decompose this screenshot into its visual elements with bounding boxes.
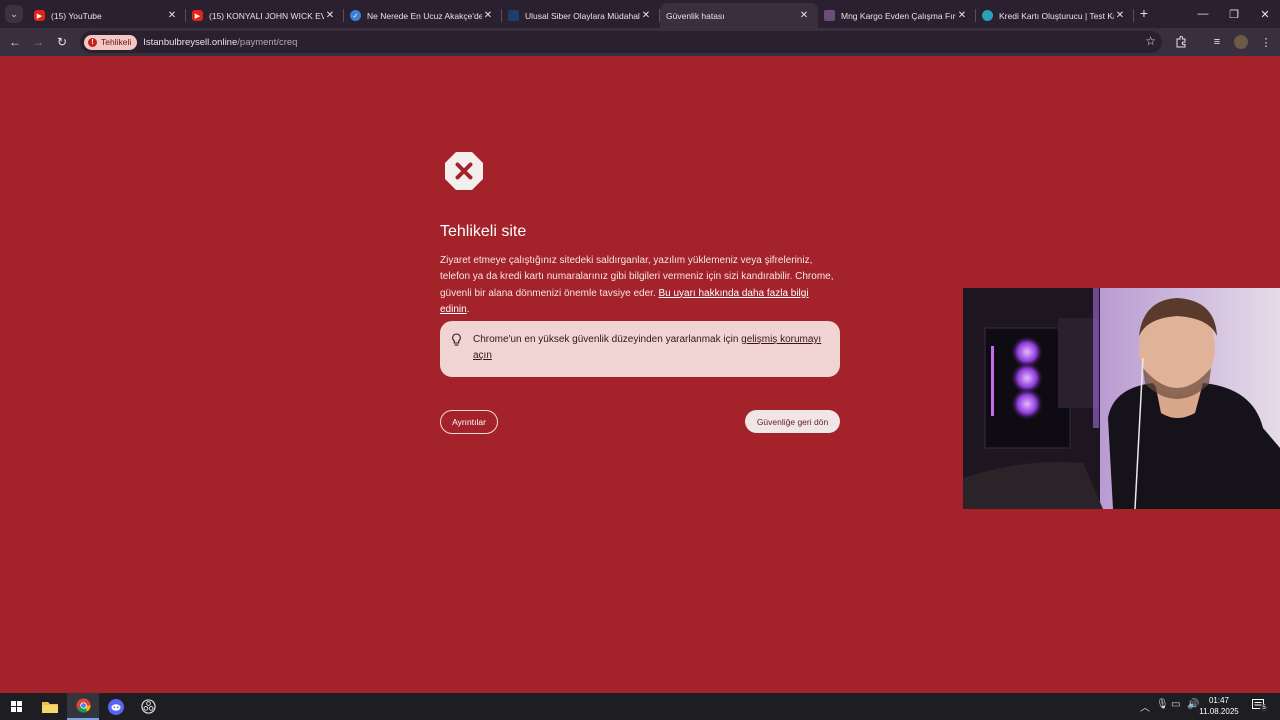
mng-icon [824, 10, 835, 21]
webcam-feed-image [963, 288, 1280, 509]
back-button[interactable]: ← [6, 33, 24, 51]
tab-title: Ne Nerede En Ucuz Akakçe'de [367, 10, 482, 21]
url-host: Istanbulbreysell.online [143, 36, 238, 48]
danger-icon: ! [88, 37, 97, 47]
url-text[interactable]: Istanbulbreysell.online/payment/creq [143, 37, 297, 48]
tab-title: Kredi Kartı Oluşturucu | Test Kart [999, 10, 1114, 21]
chevron-down-icon: ⌄ [10, 8, 18, 19]
chrome-icon [75, 698, 91, 713]
notification-count: 5 [1260, 704, 1268, 712]
warning-paragraph: Ziyaret etmeye çalıştığınız sitedeki sal… [440, 255, 834, 315]
discord-button[interactable] [100, 693, 132, 720]
tab-title: (15) KONYALI JOHN WICK EV ZİY [209, 10, 324, 21]
youtube-icon: ▶ [34, 10, 45, 21]
reload-icon: ↻ [56, 35, 68, 49]
restore-button[interactable]: ❐ [1218, 0, 1250, 28]
media-list-icon: ≡ [1213, 36, 1221, 48]
close-icon[interactable]: ✕ [640, 10, 652, 21]
close-icon[interactable]: ✕ [798, 10, 810, 21]
profile-avatar[interactable] [1234, 35, 1248, 49]
reload-button[interactable]: ↻ [53, 33, 71, 51]
close-icon[interactable]: ✕ [166, 10, 178, 21]
minimize-button[interactable]: — [1187, 0, 1219, 28]
tab-title: Mng Kargo Evden Çalışma Fırsatı [841, 10, 956, 21]
notification-center-button[interactable]: 5 [1252, 699, 1268, 712]
more-vertical-icon: ⋮ [1260, 36, 1272, 49]
tab-title: Ulusal Siber Olaylara Müdahale [525, 10, 640, 21]
close-icon[interactable]: ✕ [1114, 10, 1126, 21]
security-chip[interactable]: ! Tehlikeli [84, 34, 138, 50]
tab-mng-kargo[interactable]: Mng Kargo Evden Çalışma Fırsatı ✕ [818, 3, 976, 28]
puzzle-icon [1176, 36, 1186, 48]
tab-akakce[interactable]: ✓ Ne Nerede En Ucuz Akakçe'de ✕ [344, 3, 502, 28]
windows-logo-icon [10, 701, 22, 712]
tab-list: ▶ (15) YouTube ✕ ▶ (15) KONYALI JOHN WIC… [28, 3, 1134, 28]
taskbar: ︿ 🎙 ▭ 🔊 01:47 11.08.2025 5 [0, 693, 1280, 720]
clock-date: 11.08.2025 [1199, 707, 1239, 716]
arrow-left-icon: ← [9, 35, 21, 49]
forward-button[interactable]: → [29, 33, 47, 51]
shield-icon [508, 10, 519, 21]
tab-credit-card-generator[interactable]: Kredi Kartı Oluşturucu | Test Kart ✕ [976, 3, 1134, 28]
address-bar[interactable]: ! Tehlikeli Istanbulbreysell.online/paym… [80, 31, 1162, 53]
discord-icon [108, 698, 124, 715]
file-explorer-button[interactable] [34, 693, 66, 720]
close-icon[interactable]: ✕ [956, 10, 968, 21]
browser-toolbar: ← → ↻ ! Tehlikeli Istanbulbreysell.onlin… [0, 28, 1280, 56]
security-chip-label: Tehlikeli [101, 37, 132, 47]
page-title: Tehlikeli site [440, 223, 527, 240]
bookmark-star-icon[interactable]: ☆ [1145, 34, 1156, 48]
start-button[interactable] [0, 693, 32, 720]
tab-title: (15) YouTube [51, 10, 102, 21]
microphone-icon[interactable]: 🎙 [1156, 699, 1169, 710]
tab-usom[interactable]: Ulusal Siber Olaylara Müdahale ✕ [502, 3, 660, 28]
enhanced-protection-tip: Chrome'un en yüksek güvenlik düzeyinden … [440, 321, 840, 377]
close-icon[interactable]: ✕ [482, 10, 494, 21]
webcam-overlay [963, 288, 1280, 509]
tab-youtube[interactable]: ▶ (15) YouTube ✕ [28, 3, 186, 28]
folder-icon [42, 702, 58, 713]
globe-icon [982, 10, 993, 21]
details-button[interactable]: Ayrıntılar [440, 410, 498, 434]
new-tab-button[interactable]: + [1137, 5, 1151, 21]
chrome-button[interactable] [67, 693, 99, 720]
network-icon[interactable]: ▭ [1171, 699, 1180, 710]
obs-button[interactable] [132, 693, 164, 720]
extensions-button[interactable] [1172, 33, 1190, 51]
checkmark-icon: ✓ [350, 10, 361, 21]
obs-icon [140, 699, 156, 714]
arrow-right-icon: → [32, 35, 44, 49]
tab-security-error[interactable]: Güvenlik hatası ✕ [660, 3, 818, 28]
window-close-button[interactable]: ✕ [1249, 0, 1280, 28]
tip-text: Chrome'un en yüksek güvenlik düzeyinden … [473, 334, 739, 345]
reading-list-button[interactable]: ≡ [1208, 33, 1226, 51]
tab-strip: ⌄ ▶ (15) YouTube ✕ ▶ (15) KONYALI JOHN W… [0, 0, 1280, 28]
lightbulb-icon [452, 333, 461, 346]
close-icon[interactable]: ✕ [324, 10, 336, 21]
tray-chevron-up-icon[interactable]: ︿ [1140, 699, 1150, 714]
back-to-safety-button[interactable]: Güvenliğe geri dön [745, 410, 840, 433]
url-path: /payment/creq [237, 36, 298, 48]
system-clock[interactable]: 01:47 11.08.2025 [1195, 695, 1243, 717]
danger-octagon-icon [445, 152, 483, 190]
menu-button[interactable]: ⋮ [1257, 33, 1275, 51]
youtube-icon: ▶ [192, 10, 203, 21]
tab-john-wick[interactable]: ▶ (15) KONYALI JOHN WICK EV ZİY ✕ [186, 3, 344, 28]
tab-search-button[interactable]: ⌄ [5, 5, 23, 23]
clock-time: 01:47 [1208, 696, 1230, 705]
tab-title: Güvenlik hatası [666, 10, 725, 21]
